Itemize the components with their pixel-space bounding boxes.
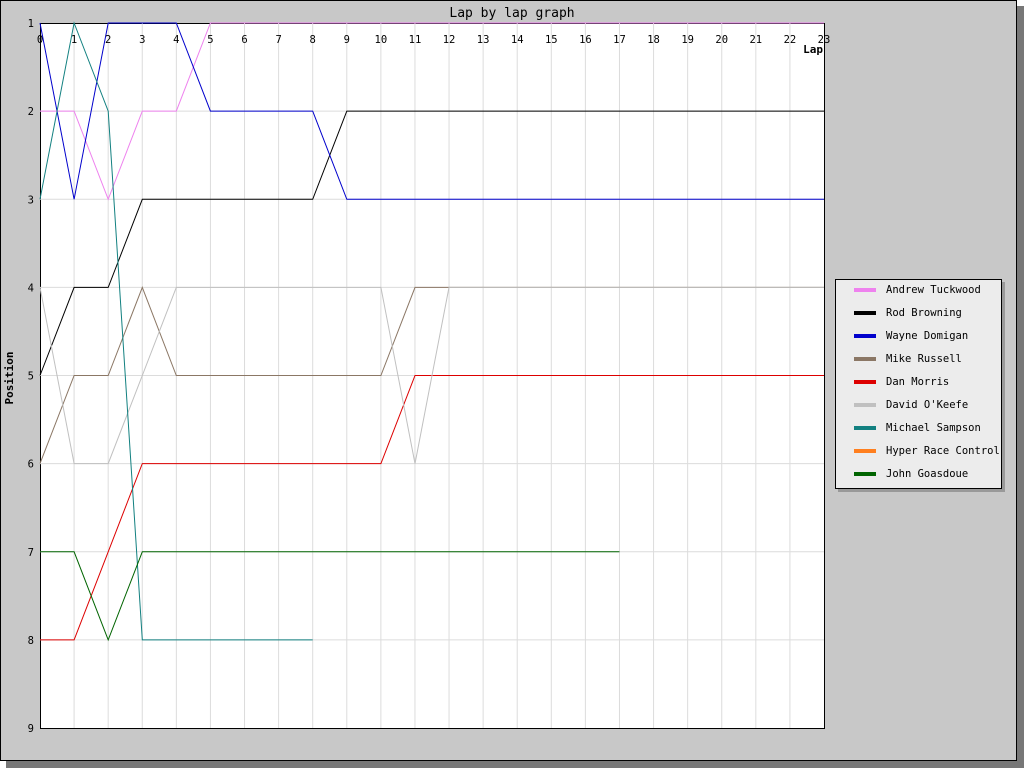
legend-swatch bbox=[854, 357, 876, 361]
x-tick-label: 17 bbox=[613, 34, 626, 46]
x-tick-label: 6 bbox=[241, 34, 247, 46]
chart-title: Lap by lap graph bbox=[449, 6, 574, 21]
legend-item: Michael Sampson bbox=[854, 419, 981, 437]
x-tick-label: 10 bbox=[375, 34, 388, 46]
y-tick-label: 9 bbox=[28, 723, 34, 735]
y-tick-label: 1 bbox=[28, 18, 34, 30]
legend-swatch bbox=[854, 311, 876, 315]
x-tick-label: 15 bbox=[545, 34, 558, 46]
legend-swatch bbox=[854, 403, 876, 407]
legend-label: Wayne Domigan bbox=[886, 330, 969, 342]
legend-item: Dan Morris bbox=[854, 373, 949, 391]
x-tick-label: 22 bbox=[784, 34, 797, 46]
legend-label: John Goasdoue bbox=[886, 468, 969, 480]
x-tick-label: 4 bbox=[173, 34, 179, 46]
legend-item: Hyper Race Control bbox=[854, 442, 1000, 460]
legend-item: Mike Russell bbox=[854, 350, 962, 368]
chart-window: 0 1 2 3 4 5 6 7 8 9 10 11 12 13 14 15 16 17 18 19 20 21 22 23 1 2… bbox=[0, 0, 1024, 768]
x-axis-label: Lap bbox=[803, 43, 823, 56]
legend-label: Andrew Tuckwood bbox=[886, 284, 981, 296]
legend-item: Andrew Tuckwood bbox=[854, 281, 981, 299]
x-tick-label: 8 bbox=[310, 34, 316, 46]
legend-item: Wayne Domigan bbox=[854, 327, 968, 345]
legend-swatch bbox=[854, 334, 876, 338]
legend-swatch bbox=[854, 426, 876, 430]
y-tick-label: 2 bbox=[28, 106, 34, 118]
legend-label: Mike Russell bbox=[886, 353, 962, 365]
legend-label: Rod Browning bbox=[886, 307, 962, 319]
x-tick-label: 18 bbox=[647, 34, 660, 46]
x-tick-label: 7 bbox=[275, 34, 281, 46]
legend-swatch bbox=[854, 472, 876, 476]
x-tick-label: 9 bbox=[344, 34, 350, 46]
x-tick-label: 20 bbox=[715, 34, 728, 46]
y-tick-label: 6 bbox=[28, 459, 34, 471]
y-axis-label: Position bbox=[3, 352, 16, 405]
x-tick-label: 5 bbox=[207, 34, 213, 46]
x-tick-label: 21 bbox=[749, 34, 762, 46]
x-tick-label: 13 bbox=[477, 34, 490, 46]
legend: Andrew Tuckwood Rod Browning Wayne Domigan… bbox=[835, 279, 1002, 489]
legend-swatch bbox=[854, 449, 876, 453]
y-tick-label: 3 bbox=[28, 194, 34, 206]
legend-label: Hyper Race Control bbox=[886, 445, 1000, 457]
legend-swatch bbox=[854, 380, 876, 384]
x-tick-label: 2 bbox=[105, 34, 111, 46]
x-tick-label: 3 bbox=[139, 34, 145, 46]
x-tick-label: 11 bbox=[409, 34, 422, 46]
x-tick-label: 1 bbox=[71, 34, 77, 46]
x-tick-label: 0 bbox=[37, 34, 43, 46]
legend-label: David O'Keefe bbox=[886, 399, 969, 411]
legend-swatch bbox=[854, 288, 876, 292]
y-tick-label: 8 bbox=[28, 635, 34, 647]
y-tick-label: 5 bbox=[28, 371, 34, 383]
legend-item: David O'Keefe bbox=[854, 396, 968, 414]
x-tick-label: 14 bbox=[511, 34, 524, 46]
y-tick-label: 7 bbox=[28, 547, 34, 559]
legend-item: John Goasdoue bbox=[854, 465, 968, 483]
legend-label: Dan Morris bbox=[886, 376, 950, 388]
x-tick-label: 12 bbox=[443, 34, 456, 46]
x-tick-label: 16 bbox=[579, 34, 592, 46]
y-tick-label: 4 bbox=[28, 282, 34, 294]
x-tick-label: 19 bbox=[681, 34, 694, 46]
legend-label: Michael Sampson bbox=[886, 422, 981, 434]
legend-item: Rod Browning bbox=[854, 304, 962, 322]
